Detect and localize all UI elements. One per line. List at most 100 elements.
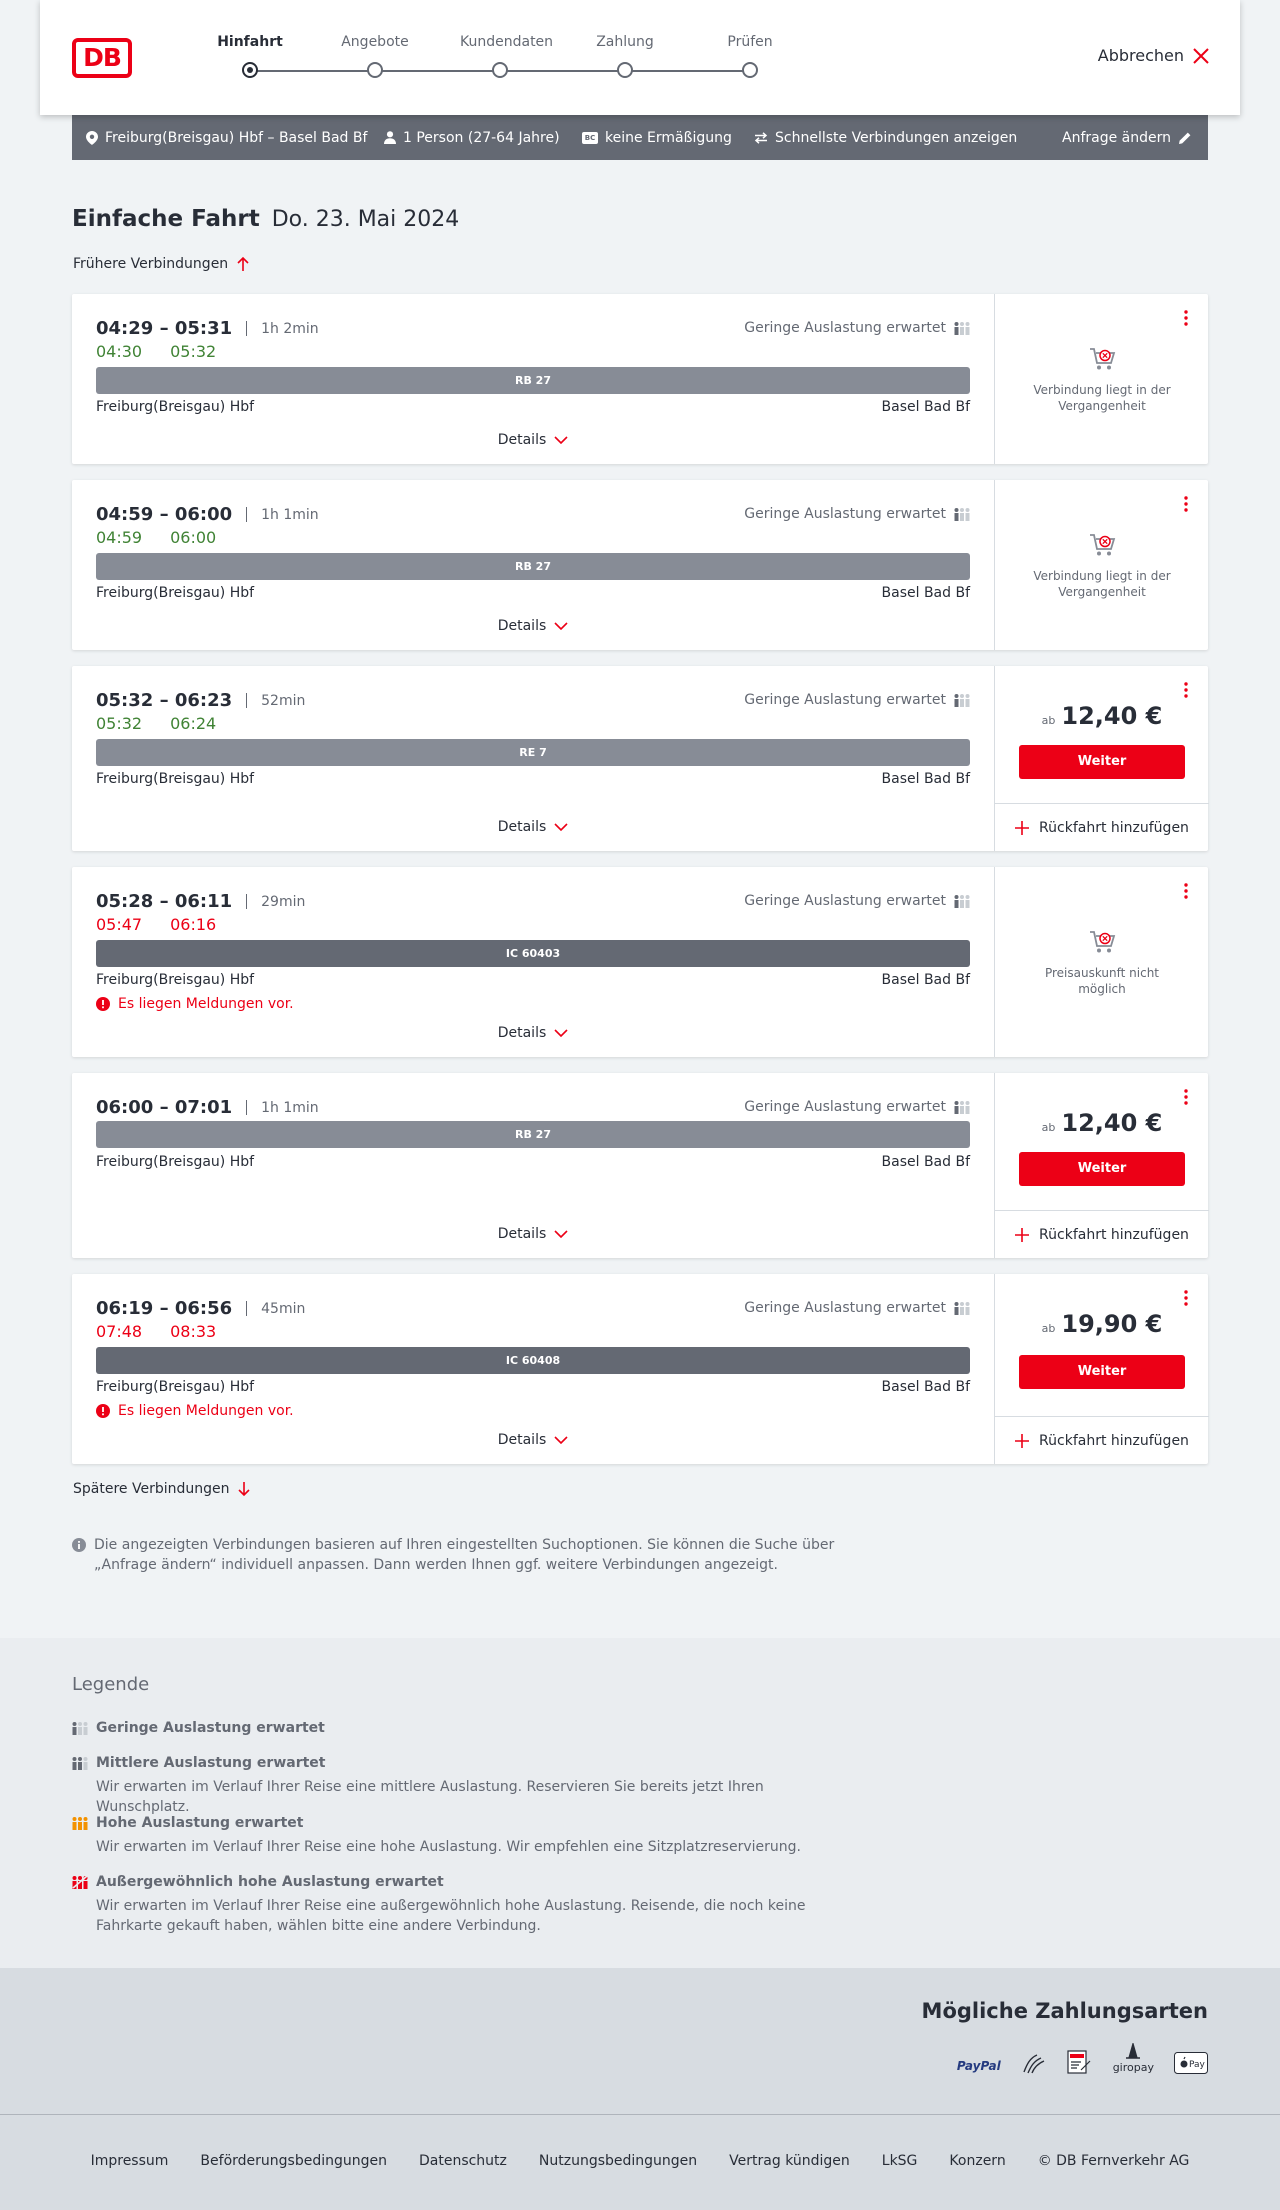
db-logo[interactable]: DB bbox=[72, 38, 132, 78]
offer-panel: Verbindung liegt in der Vergangenheit bbox=[994, 480, 1208, 650]
continue-button[interactable]: Weiter bbox=[1019, 1355, 1185, 1389]
pencil-icon bbox=[1179, 132, 1191, 144]
footer-link-datenschutz[interactable]: Datenschutz bbox=[419, 2153, 507, 2169]
step-hinfahrt[interactable]: Hinfahrt bbox=[210, 34, 290, 78]
payment-methods-section: Mögliche Zahlungsarten PayPal giropay Pa… bbox=[0, 1968, 1280, 2114]
unavailable-notice: Verbindung liegt in der Vergangenheit bbox=[995, 346, 1209, 414]
continue-button[interactable]: Weiter bbox=[1019, 745, 1185, 779]
svg-text:Pay: Pay bbox=[1189, 2060, 1206, 2070]
change-request-label: Anfrage ändern bbox=[1062, 129, 1171, 146]
legend-title: Legende bbox=[72, 1674, 150, 1695]
duration: 1h 1min bbox=[261, 506, 319, 523]
occupancy-info: Geringe Auslastung erwartet bbox=[744, 320, 970, 336]
payment-logos: PayPal giropay Pay bbox=[957, 2043, 1208, 2074]
add-return-trip-button[interactable]: Rückfahrt hinzufügen bbox=[995, 803, 1209, 851]
more-options-icon[interactable] bbox=[1176, 308, 1196, 328]
realtime-times: 04:59 06:00 bbox=[96, 528, 216, 547]
later-connections-link[interactable]: Spätere Verbindungen bbox=[73, 1481, 251, 1497]
add-return-trip-button[interactable]: Rückfahrt hinzufügen bbox=[995, 1416, 1209, 1464]
footer-link-nutzungsbedingungen[interactable]: Nutzungsbedingungen bbox=[539, 2153, 697, 2169]
arrow-up-icon bbox=[237, 256, 249, 271]
add-return-trip-button[interactable]: Rückfahrt hinzufügen bbox=[995, 1210, 1209, 1258]
connection-info: 04:29 – 05:31 1h 2min Geringe Auslastung… bbox=[72, 294, 994, 464]
occupancy-low-icon bbox=[72, 1722, 88, 1735]
connection-times: 04:59 – 06:00 1h 1min bbox=[96, 504, 319, 525]
details-label: Details bbox=[497, 1025, 547, 1041]
connection-card: 05:28 – 06:11 29min Geringe Auslastung e… bbox=[72, 867, 1208, 1057]
duration: 29min bbox=[261, 893, 306, 910]
departure-station: Freiburg(Breisgau) Hbf bbox=[96, 585, 255, 601]
realtime-departure: 07:48 bbox=[96, 1322, 143, 1341]
cancel-label: Abbrechen bbox=[1097, 46, 1184, 65]
add-return-label: Rückfahrt hinzufügen bbox=[1039, 819, 1189, 836]
details-toggle[interactable]: Details bbox=[72, 618, 994, 634]
offer-panel: ab 19,90 € Weiter Rückfahrt hinzufügen bbox=[994, 1274, 1209, 1464]
footer-link-konzern[interactable]: Konzern bbox=[949, 2153, 1005, 2169]
realtime-arrival: 06:16 bbox=[170, 915, 217, 934]
disruption-message[interactable]: Es liegen Meldungen vor. bbox=[96, 996, 294, 1012]
shopping-cart-unavailable-icon bbox=[1090, 931, 1116, 953]
departure-station: Freiburg(Breisgau) Hbf bbox=[96, 1154, 255, 1170]
connection-card: 06:00 – 07:01 1h 1min Geringe Auslastung… bbox=[72, 1073, 1209, 1258]
step-label: Prüfen bbox=[727, 34, 773, 50]
train-segment-bar[interactable]: RB 27 bbox=[96, 367, 970, 394]
train-segment-bar[interactable]: RB 27 bbox=[96, 553, 970, 580]
realtime-times: 04:30 05:32 bbox=[96, 342, 216, 361]
passenger-text: 1 Person (27-64 Jahre) bbox=[403, 129, 560, 146]
details-toggle[interactable]: Details bbox=[72, 819, 994, 835]
paypal-logo: PayPal bbox=[956, 2059, 1001, 2073]
footer-link-vertrag-kuendigen[interactable]: Vertrag kündigen bbox=[729, 2153, 850, 2169]
train-segment-bar[interactable]: RB 27 bbox=[96, 1121, 970, 1148]
planned-times: 04:59 – 06:00 bbox=[96, 504, 233, 525]
occupancy-low-icon bbox=[954, 895, 970, 908]
earlier-connections-link[interactable]: Frühere Verbindungen bbox=[73, 256, 250, 272]
occupancy-info: Geringe Auslastung erwartet bbox=[744, 506, 970, 522]
more-options-icon[interactable] bbox=[1176, 881, 1196, 901]
realtime-departure: 04:30 bbox=[96, 342, 143, 361]
close-icon bbox=[1193, 47, 1209, 64]
legend-item-title: Hohe Auslastung erwartet bbox=[96, 1815, 304, 1831]
footer-link-impressum[interactable]: Impressum bbox=[91, 2153, 169, 2169]
connection-times: 06:19 – 06:56 45min bbox=[96, 1298, 305, 1319]
continue-button[interactable]: Weiter bbox=[1019, 1152, 1185, 1186]
footer-link-lksg[interactable]: LkSG bbox=[882, 2153, 918, 2169]
more-options-icon[interactable] bbox=[1176, 1288, 1196, 1308]
alert-icon bbox=[96, 997, 110, 1011]
details-toggle[interactable]: Details bbox=[72, 1226, 994, 1242]
occupancy-extreme-icon bbox=[72, 1875, 88, 1889]
occupancy-text: Geringe Auslastung erwartet bbox=[744, 1099, 946, 1115]
shopping-cart-unavailable-icon bbox=[1090, 534, 1116, 556]
divider bbox=[246, 693, 248, 708]
legend-item-title: Mittlere Auslastung erwartet bbox=[96, 1755, 326, 1771]
train-segment-bar[interactable]: IC 60408 bbox=[96, 1347, 970, 1374]
train-segment-bar[interactable]: IC 60403 bbox=[96, 940, 970, 967]
trip-date: Do. 23. Mai 2024 bbox=[271, 207, 460, 232]
plus-icon bbox=[1015, 1433, 1030, 1448]
train-segment-bar[interactable]: RE 7 bbox=[96, 739, 970, 766]
occupancy-info: Geringe Auslastung erwartet bbox=[744, 1099, 970, 1115]
fastest-connections-toggle[interactable]: Schnellste Verbindungen anzeigen bbox=[754, 115, 1017, 160]
details-toggle[interactable]: Details bbox=[72, 432, 994, 448]
details-toggle[interactable]: Details bbox=[72, 1432, 994, 1448]
location-pin-icon bbox=[86, 130, 98, 145]
divider bbox=[246, 1301, 248, 1316]
step-label: Kundendaten bbox=[460, 34, 554, 50]
more-options-icon[interactable] bbox=[1176, 680, 1196, 700]
realtime-arrival: 05:32 bbox=[170, 342, 217, 361]
disruption-message[interactable]: Es liegen Meldungen vor. bbox=[96, 1403, 294, 1419]
details-toggle[interactable]: Details bbox=[72, 1025, 994, 1041]
footer-link-befoerderungsbedingungen[interactable]: Beförderungsbedingungen bbox=[200, 2153, 387, 2169]
route-summary: Freiburg(Breisgau) Hbf – Basel Bad Bf bbox=[86, 115, 367, 160]
divider bbox=[246, 321, 248, 336]
change-request-button[interactable]: Anfrage ändern bbox=[1062, 115, 1192, 160]
realtime-arrival: 06:00 bbox=[170, 528, 217, 547]
sepa-icon bbox=[1067, 2050, 1091, 2074]
more-options-icon[interactable] bbox=[1176, 494, 1196, 514]
chevron-down-icon bbox=[554, 1230, 568, 1238]
realtime-departure: 05:47 bbox=[96, 915, 143, 934]
more-options-icon[interactable] bbox=[1176, 1087, 1196, 1107]
plus-icon bbox=[1015, 1227, 1030, 1242]
legend-item: Geringe Auslastung erwartet bbox=[72, 1720, 852, 1736]
occupancy-medium-icon bbox=[72, 1757, 88, 1770]
cancel-button[interactable]: Abbrechen bbox=[1098, 46, 1210, 65]
